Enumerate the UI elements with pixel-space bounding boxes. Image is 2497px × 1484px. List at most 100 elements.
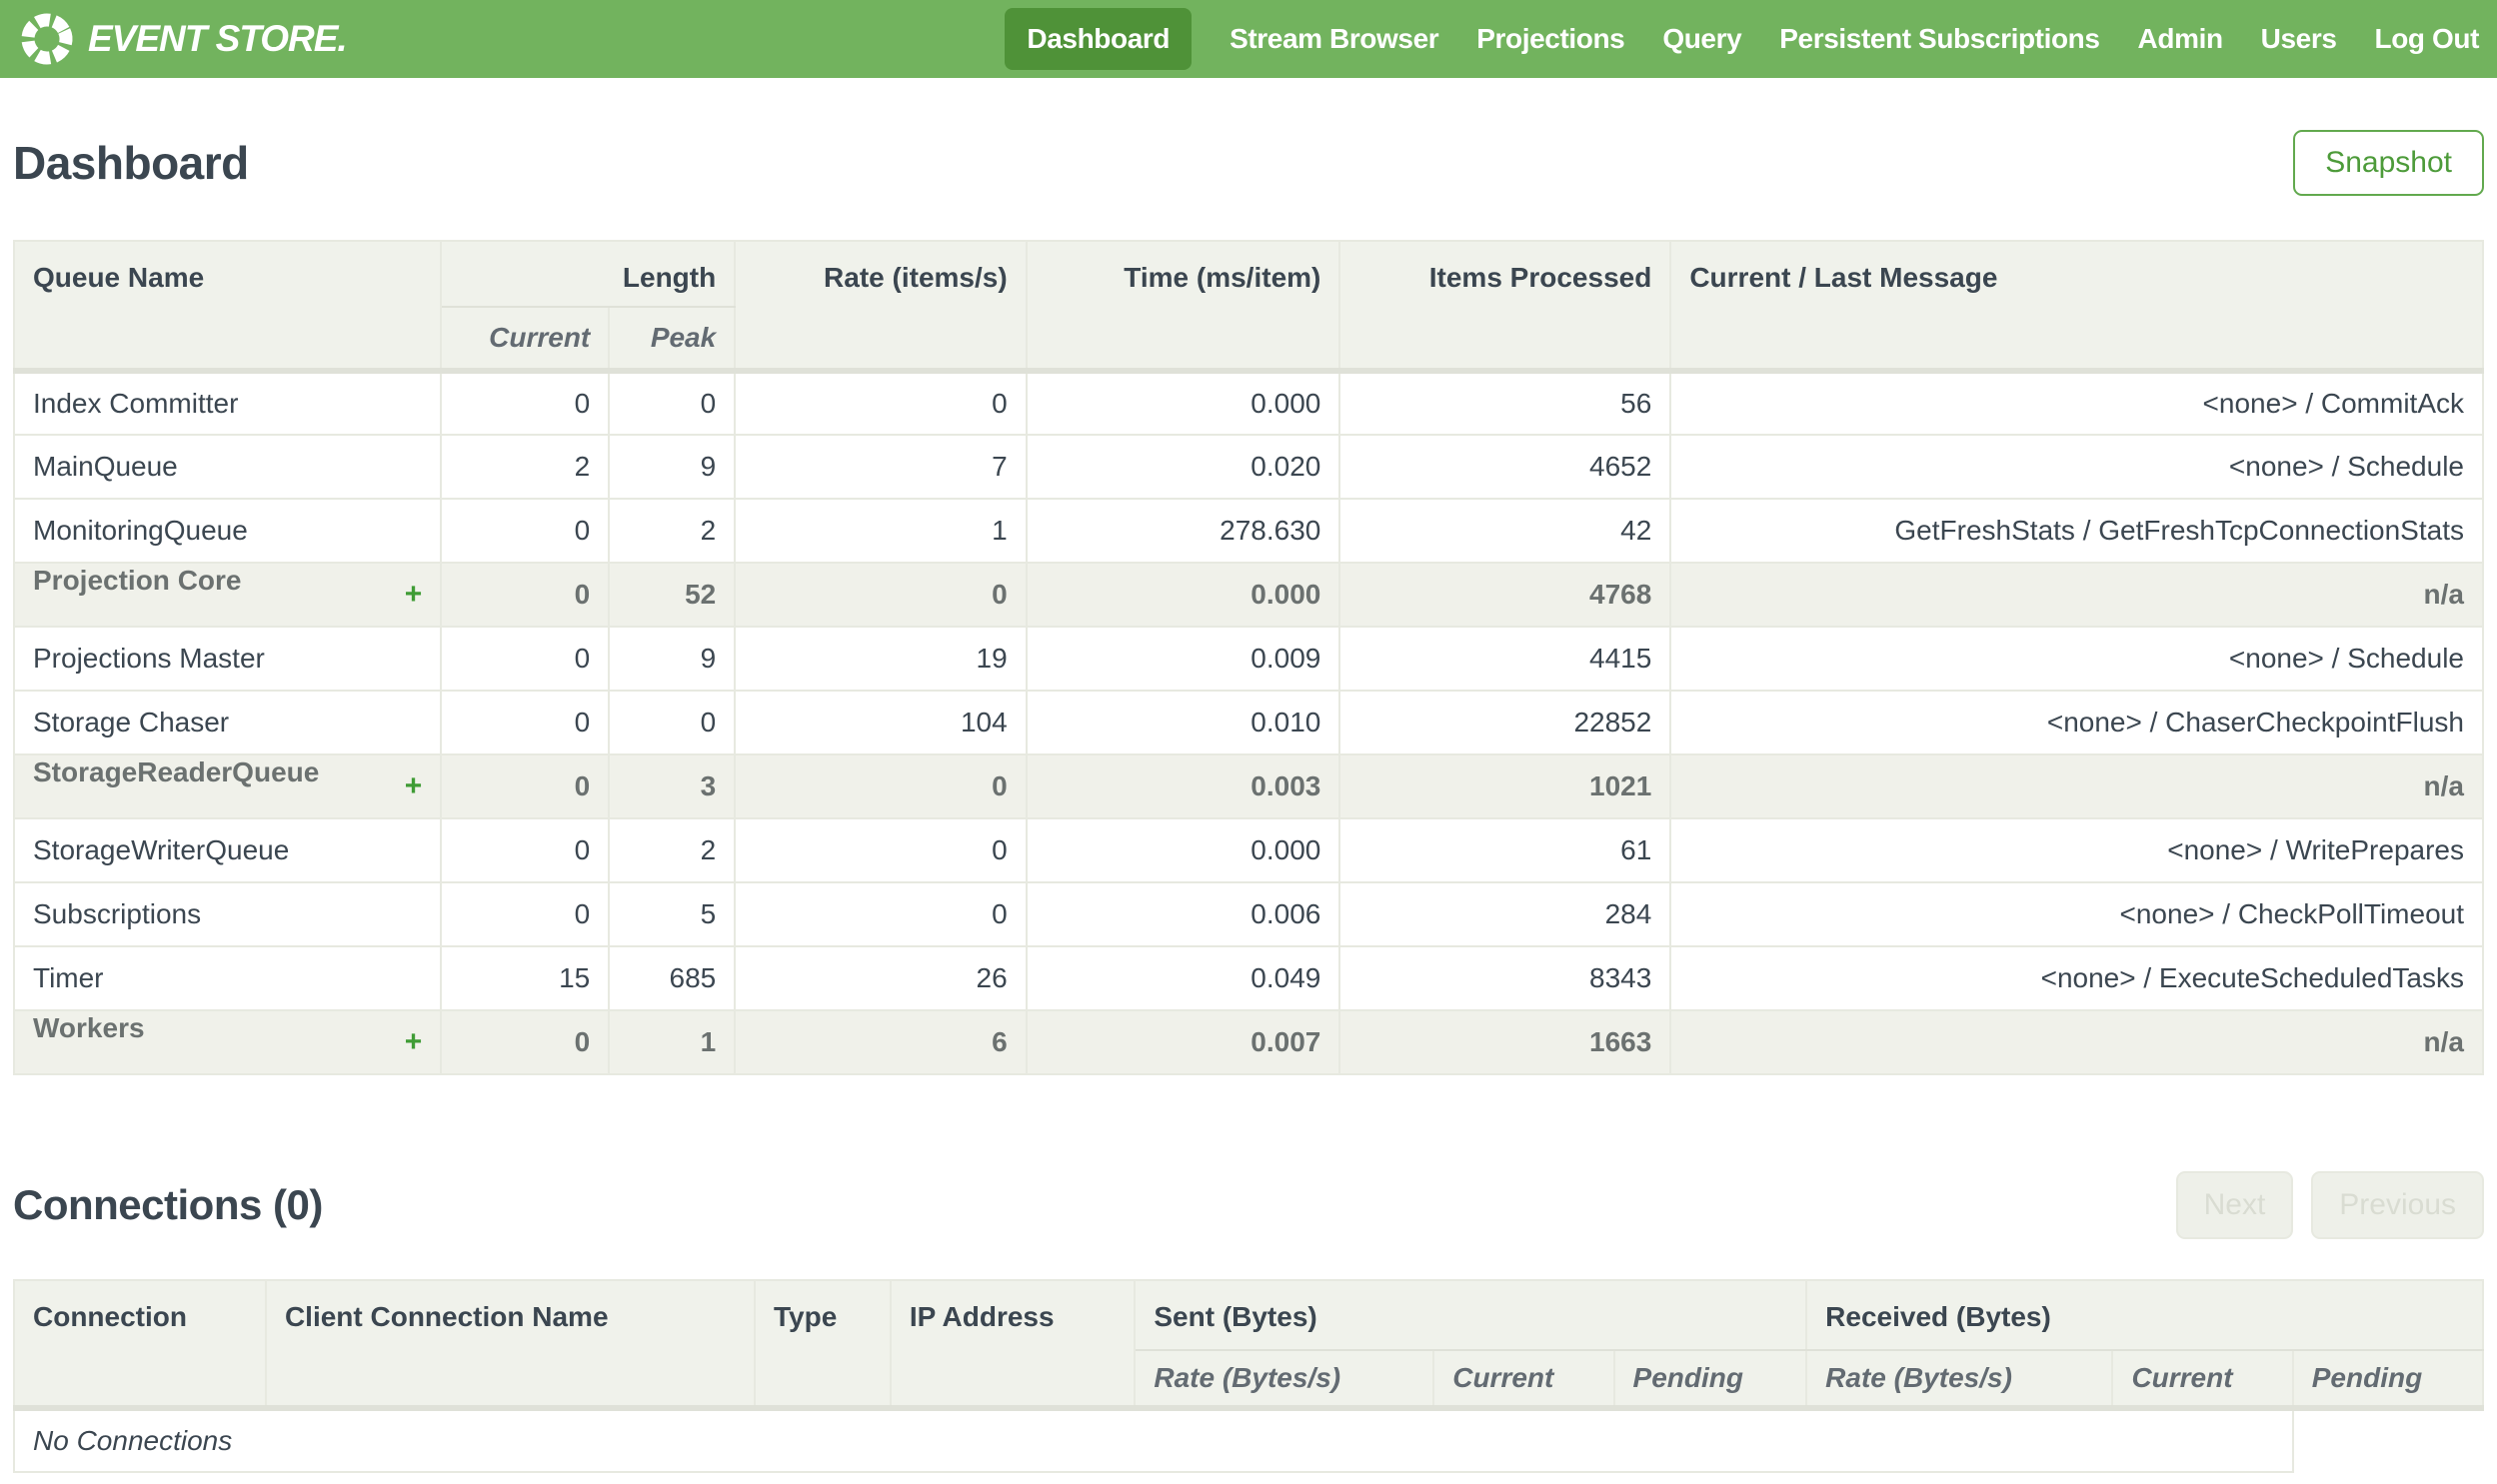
col-queue-name: Queue Name [12,240,443,374]
previous-button[interactable]: Previous [2311,1171,2484,1239]
message-cell: n/a [1669,1009,2484,1075]
time-cell: 0.009 [1025,626,1341,692]
message-cell: <none> / ChaserCheckpointFlush [1669,690,2484,755]
col-connection: Connection [13,1279,267,1411]
queue-row-workers: Workers + 0 1 6 0.007 1663 n/a [12,1009,2484,1075]
queue-row-timer: Timer 15 685 26 0.049 8343 <none> / Exec… [12,945,2484,1011]
nav-menu: Dashboard Stream Browser Projections Que… [1005,8,2479,70]
col-length-peak: Peak [608,306,737,374]
message-cell: n/a [1669,562,2484,628]
items-processed-cell: 8343 [1338,945,1672,1011]
length-current-cell: 0 [440,562,611,628]
col-sent-rate: Rate (Bytes/s) [1134,1349,1435,1411]
time-cell: 0.020 [1025,434,1341,500]
length-current-cell: 0 [440,498,611,564]
queue-name-cell: StorageWriterQueue [12,817,443,883]
length-peak-cell: 9 [608,434,737,500]
items-processed-cell: 22852 [1338,690,1672,755]
connections-table: Connection Client Connection Name Type I… [13,1279,2485,1473]
message-cell: <none> / CheckPollTimeout [1669,881,2484,947]
queue-name-label: StorageReaderQueue [33,756,320,787]
items-processed-cell: 4768 [1338,562,1672,628]
queue-row-index-committer: Index Committer 0 0 0 0.000 56 <none> / … [12,370,2484,436]
message-cell: <none> / CommitAck [1669,370,2484,436]
message-cell: GetFreshStats / GetFreshTcpConnectionSta… [1669,498,2484,564]
nav-item-log-out[interactable]: Log Out [2375,8,2480,70]
queue-row-storagewriterqueue: StorageWriterQueue 0 2 0 0.000 61 <none>… [12,817,2484,883]
col-time: Time (ms/item) [1025,240,1341,374]
col-message: Current / Last Message [1669,240,2484,374]
nav-item-projections[interactable]: Projections [1476,8,1624,70]
time-cell: 278.630 [1025,498,1341,564]
queue-name-cell: Workers + [12,1009,443,1075]
col-client-connection-name: Client Connection Name [264,1279,757,1411]
queue-name-cell: Subscriptions [12,881,443,947]
rate-cell: 1 [734,498,1028,564]
queue-row-projection-core: Projection Core + 0 52 0 0.000 4768 n/a [12,562,2484,628]
length-peak-cell: 0 [608,370,737,436]
page-content: Dashboard Snapshot Queue Name Length Rat… [0,130,2497,1473]
nav-item-persistent-subscriptions[interactable]: Persistent Subscriptions [1779,8,2100,70]
rate-cell: 0 [734,370,1028,436]
queue-name-cell: Projection Core + [12,562,443,628]
no-connections-cell: No Connections [13,1407,2294,1473]
col-ip-address: IP Address [889,1279,1137,1411]
col-items-processed: Items Processed [1338,240,1672,374]
nav-item-dashboard[interactable]: Dashboard [1005,8,1193,70]
queue-row-subscriptions: Subscriptions 0 5 0 0.006 284 <none> / C… [12,881,2484,947]
col-received-rate: Rate (Bytes/s) [1805,1349,2114,1411]
expand-icon[interactable]: + [405,756,423,816]
length-current-cell: 0 [440,626,611,692]
message-cell: <none> / Schedule [1669,626,2484,692]
length-peak-cell: 5 [608,881,737,947]
rate-cell: 0 [734,753,1028,819]
items-processed-cell: 1021 [1338,753,1672,819]
col-sent-bytes: Sent (Bytes) [1134,1279,1808,1351]
queue-name-cell: Storage Chaser [12,690,443,755]
expand-icon[interactable]: + [405,565,423,625]
no-connections-row: No Connections [13,1407,2483,1473]
items-processed-cell: 61 [1338,817,1672,883]
col-received-bytes: Received (Bytes) [1805,1279,2484,1351]
queue-name-cell: Projections Master [12,626,443,692]
length-current-cell: 0 [440,1009,611,1075]
rate-cell: 19 [734,626,1028,692]
length-peak-cell: 3 [608,753,737,819]
col-sent-pending: Pending [1612,1349,1808,1411]
nav-item-admin[interactable]: Admin [2138,8,2224,70]
nav-item-query[interactable]: Query [1662,8,1741,70]
expand-icon[interactable]: + [405,1012,423,1072]
items-processed-cell: 4415 [1338,626,1672,692]
col-length-current: Current [440,306,611,374]
col-length: Length [440,240,737,308]
queue-name-label: Workers [33,1012,145,1043]
pager: Next Previous [2175,1171,2484,1239]
message-cell: <none> / ExecuteScheduledTasks [1669,945,2484,1011]
queue-name-cell: MainQueue [12,434,443,500]
time-cell: 0.000 [1025,370,1341,436]
brand[interactable]: EVENT STORE. [20,12,348,66]
length-peak-cell: 685 [608,945,737,1011]
time-cell: 0.010 [1025,690,1341,755]
event-store-logo-icon [21,13,73,65]
queue-name-cell: Timer [12,945,443,1011]
length-current-cell: 0 [440,690,611,755]
col-received-pending: Pending [2291,1349,2485,1411]
connections-header: Connections (0) Next Previous [13,1171,2484,1239]
queue-row-projections-master: Projections Master 0 9 19 0.009 4415 <no… [12,626,2484,692]
top-navbar: EVENT STORE. Dashboard Stream Browser Pr… [0,0,2497,78]
col-type: Type [754,1279,892,1411]
nav-item-stream-browser[interactable]: Stream Browser [1230,8,1439,70]
next-button[interactable]: Next [2175,1171,2294,1239]
ghost-cell [2293,1408,2483,1472]
length-peak-cell: 9 [608,626,737,692]
nav-item-users[interactable]: Users [2261,8,2337,70]
length-current-cell: 2 [440,434,611,500]
snapshot-button[interactable]: Snapshot [2293,130,2484,196]
rate-cell: 0 [734,817,1028,883]
time-cell: 0.000 [1025,562,1341,628]
time-cell: 0.007 [1025,1009,1341,1075]
items-processed-cell: 1663 [1338,1009,1672,1075]
length-peak-cell: 2 [608,817,737,883]
col-rate: Rate (items/s) [734,240,1028,374]
